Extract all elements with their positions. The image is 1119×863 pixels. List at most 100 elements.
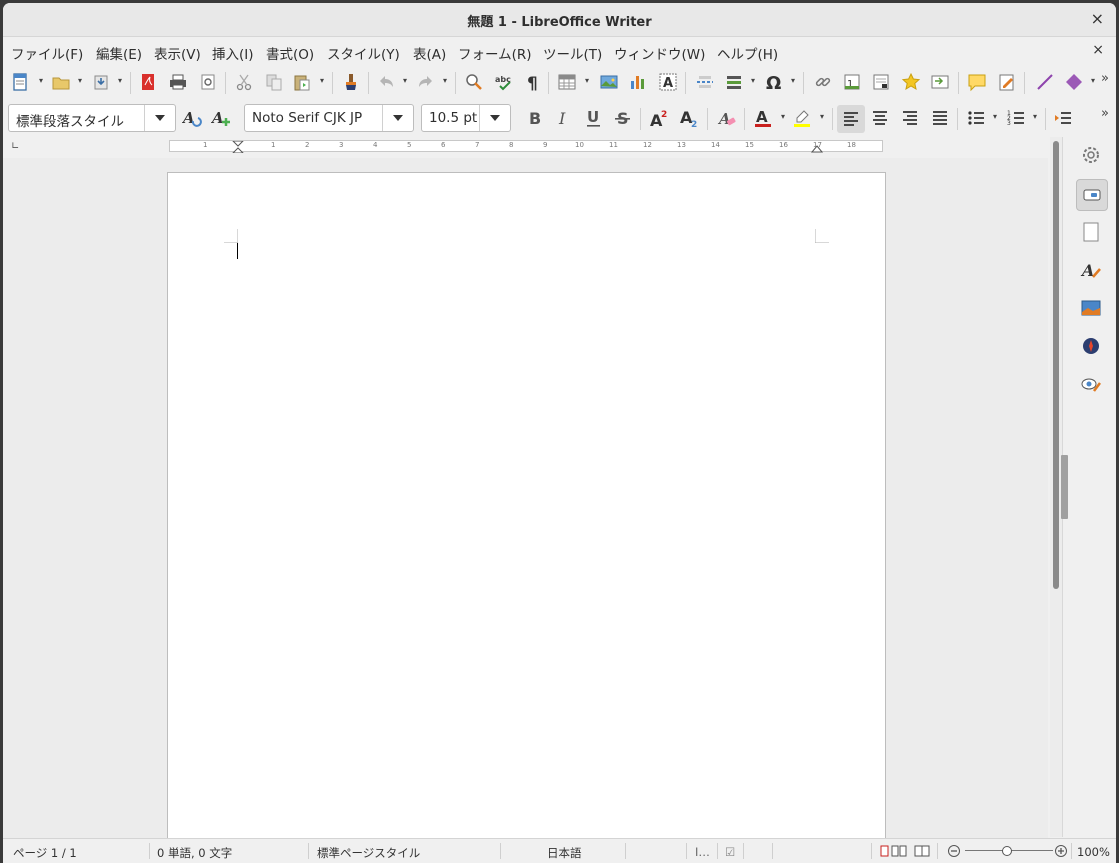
insert-textbox-icon[interactable]: A bbox=[656, 70, 680, 94]
font-size-select[interactable]: 10.5 pt bbox=[421, 104, 511, 132]
new-dropdown-icon[interactable]: ▾ bbox=[37, 77, 45, 85]
copy-icon[interactable] bbox=[262, 70, 286, 94]
save-icon[interactable] bbox=[89, 70, 113, 94]
bullet-dropdown-icon[interactable]: ▾ bbox=[991, 113, 999, 121]
indent-marker-icon[interactable] bbox=[232, 141, 244, 153]
right-indent-marker-icon[interactable] bbox=[811, 141, 823, 153]
single-page-view-icon[interactable] bbox=[880, 845, 914, 857]
sidebar-page-icon[interactable] bbox=[1076, 217, 1106, 247]
new-document-icon[interactable] bbox=[8, 70, 32, 94]
numbered-dropdown-icon[interactable]: ▾ bbox=[1031, 113, 1039, 121]
redo-dropdown-icon[interactable]: ▾ bbox=[441, 77, 449, 85]
save-dropdown-icon[interactable]: ▾ bbox=[116, 77, 124, 85]
menu-form[interactable]: フォーム(R) bbox=[458, 43, 532, 63]
paste-icon[interactable] bbox=[290, 70, 314, 94]
menu-insert[interactable]: 挿入(I) bbox=[212, 43, 254, 63]
chevron-down-icon[interactable] bbox=[382, 105, 413, 131]
paste-dropdown-icon[interactable]: ▾ bbox=[318, 77, 326, 85]
bookmark-icon[interactable] bbox=[899, 70, 923, 94]
update-style-icon[interactable]: A bbox=[180, 106, 204, 130]
menu-table[interactable]: 表(A) bbox=[413, 43, 446, 63]
underline-icon[interactable]: U bbox=[582, 106, 606, 130]
formatting-overflow-icon[interactable]: » bbox=[1101, 107, 1109, 120]
font-color-icon[interactable]: A bbox=[751, 106, 775, 130]
menu-format[interactable]: 書式(O) bbox=[266, 43, 314, 63]
align-right-icon[interactable] bbox=[898, 106, 922, 130]
highlight-color-icon[interactable] bbox=[790, 106, 814, 130]
special-character-dropdown-icon[interactable]: ▾ bbox=[789, 77, 797, 85]
menu-help[interactable]: ヘルプ(H) bbox=[717, 43, 778, 63]
cut-icon[interactable] bbox=[232, 70, 256, 94]
menu-styles[interactable]: スタイル(Y) bbox=[327, 43, 400, 63]
formatting-marks-icon[interactable]: ¶ bbox=[521, 70, 545, 94]
align-left-icon[interactable] bbox=[837, 105, 865, 133]
cross-reference-icon[interactable] bbox=[928, 70, 952, 94]
paragraph-style-select[interactable]: 標準段落スタイル bbox=[8, 104, 176, 132]
endnote-icon[interactable] bbox=[869, 70, 893, 94]
menu-view[interactable]: 表示(V) bbox=[154, 43, 201, 63]
zoom-in-icon[interactable] bbox=[1054, 844, 1068, 858]
chevron-down-icon[interactable] bbox=[479, 105, 510, 131]
bullet-list-icon[interactable] bbox=[964, 106, 988, 130]
insert-table-icon[interactable] bbox=[555, 70, 579, 94]
sidebar-manage-changes-icon[interactable] bbox=[1076, 369, 1106, 399]
sidebar-styles-icon[interactable]: A bbox=[1076, 255, 1106, 285]
menu-file[interactable]: ファイル(F) bbox=[11, 43, 83, 63]
sidebar-collapse-handle[interactable] bbox=[1061, 455, 1068, 519]
track-changes-icon[interactable] bbox=[995, 70, 1019, 94]
print-icon[interactable] bbox=[166, 70, 190, 94]
zoom-level[interactable]: 100% bbox=[1077, 845, 1110, 859]
field-dropdown-icon[interactable]: ▾ bbox=[749, 77, 757, 85]
undo-icon[interactable] bbox=[374, 70, 398, 94]
page-style[interactable]: 標準ページスタイル bbox=[317, 845, 420, 861]
menu-tools[interactable]: ツール(T) bbox=[543, 43, 602, 63]
selection-mode-icon[interactable]: ☑ bbox=[725, 845, 735, 859]
text-language[interactable]: 日本語 bbox=[547, 845, 582, 861]
subscript-icon[interactable]: A2 bbox=[677, 106, 701, 130]
justify-icon[interactable] bbox=[928, 106, 952, 130]
table-dropdown-icon[interactable]: ▾ bbox=[583, 77, 591, 85]
open-folder-icon[interactable] bbox=[49, 70, 73, 94]
font-name-select[interactable]: Noto Serif CJK JP bbox=[244, 104, 414, 132]
sidebar-navigator-icon[interactable] bbox=[1076, 331, 1106, 361]
toolbar-overflow-icon[interactable]: » bbox=[1101, 72, 1109, 85]
insert-mode-icon[interactable]: I… bbox=[695, 845, 710, 859]
sidebar-gallery-icon[interactable] bbox=[1076, 293, 1106, 323]
horizontal-ruler[interactable]: 1 1 2 3 4 5 6 7 8 9 10 11 12 13 14 15 16… bbox=[169, 140, 883, 153]
spellcheck-icon[interactable]: abc bbox=[492, 70, 516, 94]
scrollbar-thumb[interactable] bbox=[1053, 141, 1059, 589]
clone-formatting-icon[interactable] bbox=[339, 70, 363, 94]
zoom-out-icon[interactable] bbox=[947, 844, 961, 858]
menu-window[interactable]: ウィンドウ(W) bbox=[614, 43, 705, 63]
zoom-slider-thumb[interactable] bbox=[1002, 846, 1012, 856]
tab-stop-selector-icon[interactable]: ∟ bbox=[11, 141, 19, 152]
menu-edit[interactable]: 編集(E) bbox=[96, 43, 142, 63]
sidebar-settings-icon[interactable] bbox=[1076, 140, 1106, 170]
page-count[interactable]: ページ 1 / 1 bbox=[13, 845, 77, 861]
sidebar-properties-icon[interactable] bbox=[1076, 179, 1108, 211]
page-break-icon[interactable] bbox=[693, 70, 717, 94]
align-center-icon[interactable] bbox=[868, 106, 892, 130]
redo-icon[interactable] bbox=[414, 70, 438, 94]
comment-icon[interactable] bbox=[965, 70, 989, 94]
insert-chart-icon[interactable] bbox=[626, 70, 650, 94]
undo-dropdown-icon[interactable]: ▾ bbox=[401, 77, 409, 85]
find-replace-icon[interactable] bbox=[462, 70, 486, 94]
new-style-icon[interactable]: A bbox=[209, 106, 233, 130]
insert-image-icon[interactable] bbox=[597, 70, 621, 94]
superscript-icon[interactable]: A2 bbox=[647, 106, 671, 130]
open-dropdown-icon[interactable]: ▾ bbox=[76, 77, 84, 85]
book-view-icon[interactable] bbox=[914, 845, 930, 857]
strikethrough-icon[interactable]: S bbox=[611, 106, 635, 130]
line-icon[interactable] bbox=[1033, 70, 1057, 94]
print-preview-icon[interactable] bbox=[196, 70, 220, 94]
word-count[interactable]: 0 単語, 0 文字 bbox=[157, 845, 232, 861]
clear-formatting-icon[interactable]: A bbox=[715, 106, 739, 130]
shapes-dropdown-icon[interactable]: ▾ bbox=[1089, 77, 1097, 85]
italic-icon[interactable]: I bbox=[552, 106, 576, 130]
footnote-icon[interactable]: 1 bbox=[840, 70, 864, 94]
special-character-icon[interactable]: Ω bbox=[762, 70, 786, 94]
increase-indent-icon[interactable] bbox=[1051, 106, 1075, 130]
basic-shapes-icon[interactable] bbox=[1062, 70, 1086, 94]
close-document-button[interactable]: × bbox=[1092, 42, 1104, 58]
